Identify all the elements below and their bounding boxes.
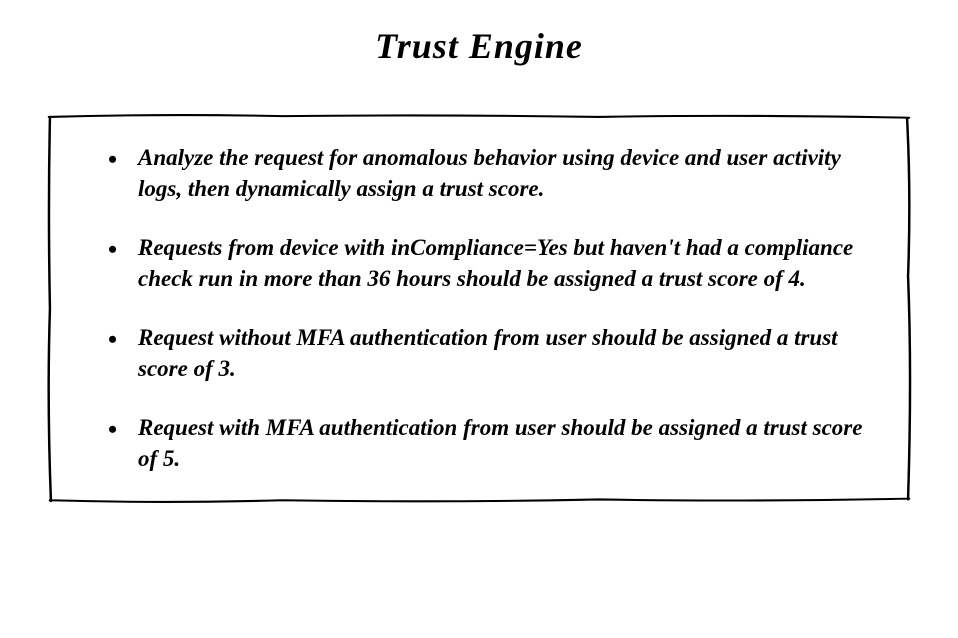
content-box: Analyze the request for anomalous behavi… <box>45 112 913 504</box>
diagram-title: Trust Engine <box>40 25 918 67</box>
bullet-item: Analyze the request for anomalous behavi… <box>100 142 868 204</box>
bullet-item: Request with MFA authentication from use… <box>100 412 868 474</box>
bullet-item: Request without MFA authentication from … <box>100 322 868 384</box>
bullet-list: Analyze the request for anomalous behavi… <box>100 142 868 474</box>
bullet-item: Requests from device with inCompliance=Y… <box>100 232 868 294</box>
diagram-container: Trust Engine Analyze the request for ano… <box>0 0 958 529</box>
